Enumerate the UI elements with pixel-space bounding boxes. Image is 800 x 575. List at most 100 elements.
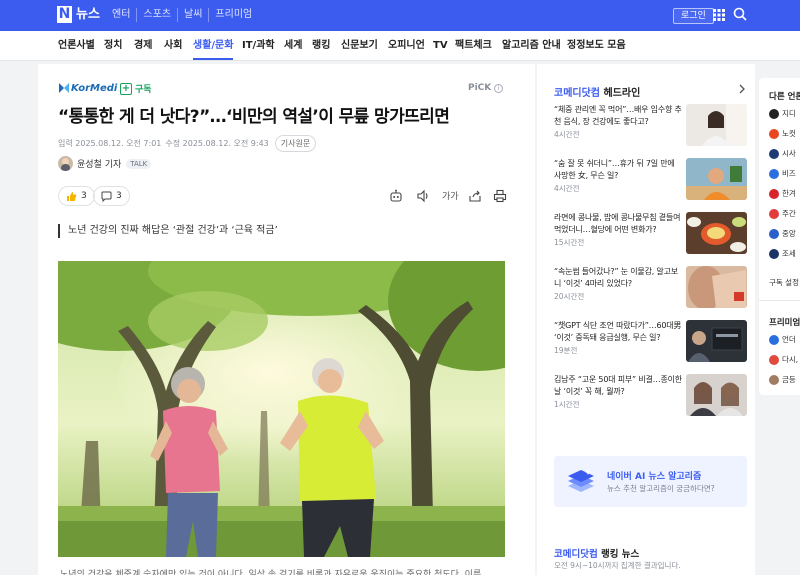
news-thumbnail: [686, 374, 747, 416]
service-link-sports[interactable]: 스포츠: [136, 8, 177, 22]
original-article-button[interactable]: 기사원문: [274, 135, 317, 152]
naver-logo[interactable]: N: [57, 6, 72, 23]
nav-item-it-science[interactable]: IT/과학: [242, 39, 275, 53]
article-body-preview: 노년의 건강을 체중계 숫자에만 있는 것이 아니다. 일상 속 걷기를 비롯과…: [60, 570, 482, 575]
nav-item-press[interactable]: 언론사별: [58, 39, 95, 53]
other-press-item[interactable]: 비즈: [769, 168, 796, 179]
news-time: 1시간전: [554, 400, 580, 409]
speaker-icon[interactable]: [416, 189, 430, 203]
pick-label: PiCK: [468, 83, 492, 93]
other-press-item[interactable]: 주간: [769, 208, 796, 219]
headline-brand: 코메디닷컴: [554, 88, 600, 99]
news-title: “속눈썹 들어갔나?” 눈 이물감, 알고보니 ‘이것’ 4마리 있었다?: [554, 267, 678, 288]
nav-item-politics[interactable]: 정치: [104, 39, 122, 53]
other-press-name: 시사: [782, 149, 796, 158]
news-home-link[interactable]: 뉴스: [76, 6, 100, 24]
reaction-button[interactable]: 3: [58, 186, 95, 206]
nav-item-society[interactable]: 사회: [164, 39, 182, 53]
summary-bot-icon[interactable]: [389, 189, 403, 203]
press-logo-icon: [769, 208, 779, 219]
premium-item[interactable]: 언더: [769, 334, 796, 345]
subscribe-button[interactable]: + 구독: [120, 82, 152, 95]
top-bar: N 뉴스 엔터 스포츠 날씨 프리미엄 로그인: [0, 0, 800, 31]
right-column: 코메디닷컴 헤드라인 “체중 관리엔 꼭 먹어”…배우 임수향 추천 음식, 장…: [537, 64, 755, 575]
pick-badge[interactable]: PiCK i: [468, 83, 504, 93]
press-logo-icon: [769, 228, 779, 239]
headline-news-item[interactable]: 라면에 콩나물, 밥에 콩나물무침 곁들여 먹었더니…혈당에 어떤 변화가? 1…: [554, 212, 747, 256]
ranking-suffix: 랭킹 뉴스: [597, 549, 640, 560]
other-press-item[interactable]: 조세: [769, 248, 796, 259]
reporter-info[interactable]: 윤성철 기자 TALK: [58, 156, 152, 171]
reporter-name: 윤성철 기자: [77, 160, 122, 170]
other-press-name: 한겨: [782, 189, 796, 198]
premium-item[interactable]: 금등: [769, 374, 796, 385]
news-title: “숨 잘 못 쉬더니”…휴가 뒤 7일 만에 사망한 女, 무슨 일?: [554, 159, 675, 180]
ai-algorithm-banner[interactable]: 네이버 AI 뉴스 알고리즘 뉴스 추천 알고리즘이 궁금하다면?: [554, 456, 747, 507]
nav-item-economy[interactable]: 경제: [134, 39, 152, 53]
premium-logo-icon: [769, 374, 779, 385]
nav-item-newspaper[interactable]: 신문보기: [341, 39, 378, 53]
other-press-title: 다른 언론사: [769, 92, 800, 102]
nav-item-world[interactable]: 세계: [284, 39, 302, 53]
nav-item-tv[interactable]: TV: [433, 39, 448, 53]
service-link-weather[interactable]: 날씨: [177, 8, 208, 22]
service-link-entertain[interactable]: 엔터: [106, 8, 136, 22]
other-press-name: 중앙: [782, 229, 796, 238]
premium-item[interactable]: 다시,: [769, 354, 798, 365]
service-link-premium[interactable]: 프리미엄: [208, 8, 258, 22]
subscribe-label: 구독: [135, 85, 152, 95]
article-subhead: 노년 건강의 진짜 해답은 ‘관절 건강’과 ‘근육 적금’: [58, 224, 278, 238]
ranking-section-title[interactable]: 코메디닷컴 랭킹 뉴스: [554, 546, 639, 560]
headline-news-item[interactable]: “챗GPT 식단 조언 따랐다가”…60대男 ‘이것’ 중독돼 응급실행, 무슨…: [554, 320, 747, 364]
nav-item-life-culture[interactable]: 생활/문화: [193, 39, 234, 60]
nav-item-factcheck[interactable]: 팩트체크: [455, 39, 492, 53]
font-size-button[interactable]: 가가: [442, 189, 459, 202]
other-press-item[interactable]: 지디: [769, 108, 796, 119]
news-time: 20시간전: [554, 292, 585, 301]
category-nav: 언론사별 정치 경제 사회 생활/문화 IT/과학 세계 랭킹 신문보기 오피니…: [0, 31, 800, 61]
service-links: 엔터 스포츠 날씨 프리미엄: [106, 8, 258, 22]
ai-stack-icon: [568, 469, 594, 492]
talk-badge[interactable]: TALK: [126, 158, 152, 169]
chevron-right-icon[interactable]: [738, 84, 746, 94]
headline-news-item[interactable]: 김남주 “고운 50대 피부” 비결…종이한 날 ‘이것’ 꼭 해, 뭘까? 1…: [554, 374, 747, 418]
other-press-item[interactable]: 중앙: [769, 228, 796, 239]
apps-grid-icon[interactable]: [713, 9, 725, 21]
nav-item-ranking[interactable]: 랭킹: [312, 39, 330, 53]
premium-logo-icon: [769, 334, 779, 345]
headline-news-item[interactable]: “속눈썹 들어갔나?” 눈 이물감, 알고보니 ‘이것’ 4마리 있었다? 20…: [554, 266, 747, 310]
news-time: 4시간전: [554, 130, 580, 139]
headline-section-title[interactable]: 코메디닷컴 헤드라인: [554, 84, 640, 99]
press-name: KorMedi: [71, 82, 118, 94]
other-press-panel: 다른 언론사 지디 노컷 시사 비즈 한겨 주간 중앙 조세 구독 설정 프리미…: [759, 78, 800, 395]
premium-name: 금등: [782, 375, 796, 384]
press-logo-icon: [769, 108, 779, 119]
comment-button[interactable]: 3: [93, 186, 130, 206]
comment-icon: [101, 191, 112, 202]
press-logo[interactable]: KorMedi: [58, 82, 117, 94]
nav-item-correction[interactable]: 정정보도 모음: [567, 39, 626, 53]
other-press-item[interactable]: 한겨: [769, 188, 796, 199]
article-photo: [58, 261, 505, 557]
other-press-item[interactable]: 노컷: [769, 128, 796, 139]
nav-item-algorithm[interactable]: 알고리즘 안내: [502, 39, 561, 53]
modified-date: 수정 2025.08.12. 오전 9:43: [165, 139, 269, 148]
news-thumbnail: [686, 320, 747, 362]
other-press-item[interactable]: 시사: [769, 148, 796, 159]
press-logo-icon: [769, 148, 779, 159]
search-icon[interactable]: [733, 7, 747, 21]
premium-logo-icon: [769, 354, 779, 365]
news-title: “챗GPT 식단 조언 따랐다가”…60대男 ‘이것’ 중독돼 응급실행, 무슨…: [554, 321, 682, 342]
share-icon[interactable]: [468, 189, 482, 203]
press-logo-icon: [769, 128, 779, 139]
premium-name: 다시,: [782, 355, 799, 364]
nav-item-opinion[interactable]: 오피니언: [388, 39, 425, 53]
news-thumbnail: [686, 212, 747, 254]
headline-news-item[interactable]: “숨 잘 못 쉬더니”…휴가 뒤 7일 만에 사망한 女, 무슨 일? 4시간전: [554, 158, 747, 202]
press-logo-icon: [769, 188, 779, 199]
login-button[interactable]: 로그인: [673, 8, 714, 24]
comment-count: 3: [116, 191, 122, 201]
headline-news-item[interactable]: “체중 관리엔 꼭 먹어”…배우 임수향 추천 음식, 장 건강에도 좋다고? …: [554, 104, 747, 148]
print-icon[interactable]: [493, 189, 507, 203]
subscribe-settings-button[interactable]: 구독 설정: [769, 277, 799, 288]
